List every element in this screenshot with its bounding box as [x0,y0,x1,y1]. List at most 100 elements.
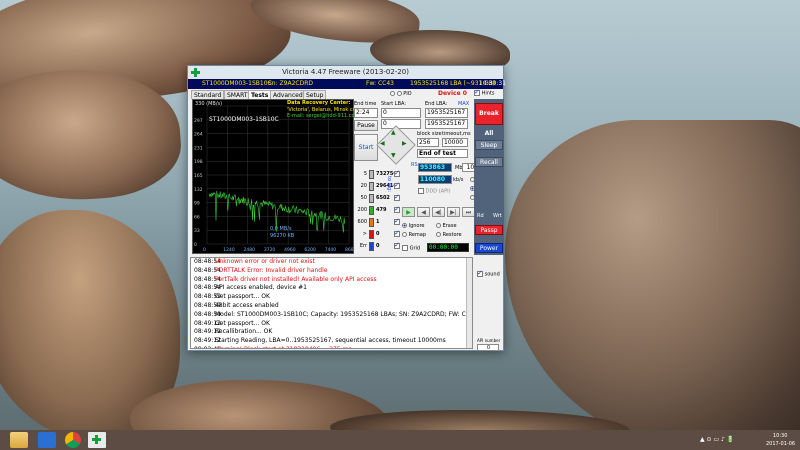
block-log-checkbox[interactable] [394,169,400,177]
log-message: PortTalk driver not installed! Available… [215,275,377,283]
log-message: Get passport... OK [215,293,270,301]
log-time: 08:49:12 [194,337,221,345]
block-row: >0 [354,229,400,240]
remap-radio[interactable]: Remap [402,232,426,238]
block-log-checkbox[interactable] [394,193,400,201]
log-time: 08:48:54 [194,258,221,265]
graph-x-tick: 7440 [325,247,337,253]
ignore-label: Ignore [408,223,425,229]
ddd-api-label: DDD (API) [425,188,451,195]
log-scrollbar[interactable] [466,258,472,348]
block-log-checkbox[interactable] [394,241,400,249]
log-row: 08:48:54API access enabled, device #1 [191,284,472,293]
grid-checkbox[interactable]: Grid [402,245,420,252]
block-count: 1 [376,219,380,225]
sleep-button[interactable]: Sleep [475,140,503,150]
tab-smart[interactable]: SMART [224,90,251,99]
to-log-label: to log: [386,176,392,192]
victoria-taskbar-icon[interactable] [88,432,106,448]
block-count: 0 [376,243,380,249]
chrome-icon[interactable] [65,432,81,448]
sound-checkbox[interactable]: sound [477,269,500,278]
hints-checkbox[interactable]: Hints [474,88,495,97]
block-color-swatch [369,218,374,227]
passp-button[interactable]: Passp [475,225,503,235]
ignore-radio[interactable]: Ignore [402,223,425,229]
block-row: 200 479 [354,205,400,216]
pause-button[interactable]: Pause [354,120,378,131]
control-panel-icon[interactable] [38,432,56,448]
start-lba-field[interactable]: 0 [381,108,421,118]
block-row: Err 0 [354,241,400,252]
log-row: 08:48:54PORTTALK Error: Invalid driver h… [191,267,472,276]
remap-label: Remap [408,232,427,238]
end-of-test-select[interactable]: End of test [417,149,468,158]
arrow-right-icon[interactable]: ▶ [402,140,407,147]
rock-formation [505,120,800,430]
clock: 10:30:31 [479,80,506,87]
erase-radio[interactable]: Erase [436,223,457,229]
block-threshold-label: 200 [357,207,367,213]
drive-info-bar: ST1000DM003-1SB10C Sn: Z9A2CDRD Fw: CC43… [188,79,506,89]
graph-x-tick: 6200 [304,247,316,253]
sound-label: sound [484,271,500,278]
log-message: PORTTALK Error: Invalid driver handle [215,266,328,274]
arrow-up-icon[interactable]: ▲ [391,129,396,136]
victoria-plus-icon [92,435,101,444]
back-button[interactable]: ◀ [417,207,430,217]
tab-standard[interactable]: Standard [191,90,225,99]
block-size-field[interactable]: 256 [417,138,439,147]
graph-speed-value-2: 96270 KB [270,233,295,239]
ddd-api-checkbox[interactable]: DDD (API) [418,188,451,195]
graph-x-tick: 1240 [223,247,235,253]
tab-advanced[interactable]: Advanced [270,90,306,99]
log-message: Get passport... OK [215,319,270,327]
skip-forward-button[interactable]: ▶| [447,207,460,217]
end-time-field[interactable]: 2:24 [354,108,378,118]
power-button[interactable]: Power [475,243,503,253]
block-color-swatch [369,170,374,179]
taskbar: ▲ ⊙ ▭ ♪ 🔋 10:30 2017-01-06 [0,430,800,450]
log-message: 48bit access enabled [215,301,279,309]
arrow-left-icon[interactable]: ◀ [380,140,385,147]
timeout-field[interactable]: 10000 [442,138,468,147]
recall-button[interactable]: Recall [475,157,503,167]
skip-back-button[interactable]: ◀| [432,207,445,217]
tray-icons[interactable]: ▲ ⊙ ▭ ♪ 🔋 [700,436,734,443]
api-number-field[interactable]: 0 [477,344,499,351]
speed-graph: 297 264 231 198 165 132 99 66 33 0 0 1240 2480 3720 49… [192,99,359,254]
graph-y-tick: 0 [194,242,197,248]
log-time: 09:02:48 [191,346,221,348]
rs-label[interactable]: RS [411,162,418,168]
max-label: MAX [458,101,470,107]
block-log-checkbox[interactable] [394,181,400,189]
event-log[interactable]: 08:48:54Unknown error or driver not exis… [190,257,473,349]
tab-setup[interactable]: Setup [303,90,327,99]
graph-y-tick: 297 [194,118,203,124]
graph-title-bot: E-mail: sergei@hdd-911.com [287,113,360,119]
end-time-label: End time [354,101,377,107]
hints-label: Hints [481,90,495,97]
log-time: 08:49:12 [194,328,221,336]
window-titlebar[interactable]: Victoria 4.47 Freeware (2013-02-20) [188,66,503,79]
end-lba-field[interactable]: 1953525167 [425,108,468,118]
wrt-label: Wrt [493,213,502,219]
block-log-checkbox[interactable] [394,229,400,237]
play-button[interactable]: ▶ [402,207,415,217]
pio-radio[interactable]: PIO [390,91,412,97]
log-row: 08:48:5948bit access enabled [191,302,472,311]
file-explorer-icon[interactable] [10,432,28,448]
break-all-button[interactable]: Break All [475,103,503,137]
log-time: 08:48:54 [194,275,221,283]
restore-radio[interactable]: Restore [436,232,462,238]
start-button[interactable]: Start [354,134,378,161]
block-log-checkbox[interactable] [394,205,400,213]
drive-model: ST1000DM003-1SB10C [202,80,272,87]
tab-tests[interactable]: Tests [248,90,272,99]
arrow-down-icon[interactable]: ▼ [391,152,396,159]
block-log-checkbox[interactable] [394,217,400,225]
log-time: 08:49:12 [194,319,221,327]
restore-label: Restore [442,232,462,238]
log-row: 08:48:54Unknown error or driver not exis… [191,258,472,267]
current-lba-field: 0 [381,119,421,129]
